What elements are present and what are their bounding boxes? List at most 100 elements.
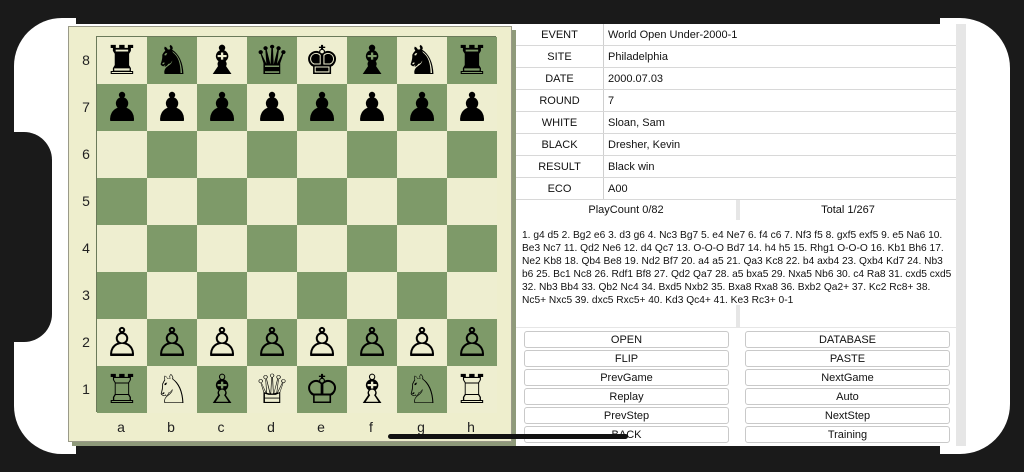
flip-button[interactable]: FLIP bbox=[524, 350, 729, 367]
board-square-e6[interactable] bbox=[297, 131, 347, 178]
board-square-d4[interactable] bbox=[247, 225, 297, 272]
board-square-f8[interactable]: ♝ bbox=[347, 37, 397, 84]
board-square-e5[interactable] bbox=[297, 178, 347, 225]
board-square-g8[interactable]: ♞ bbox=[397, 37, 447, 84]
board-square-f7[interactable]: ♟ bbox=[347, 84, 397, 131]
board-square-e7[interactable]: ♟ bbox=[297, 84, 347, 131]
open-button[interactable]: OPEN bbox=[524, 331, 729, 348]
info-value[interactable]: World Open Under-2000-1 bbox=[604, 24, 956, 45]
board-square-g5[interactable] bbox=[397, 178, 447, 225]
training-button[interactable]: Training bbox=[745, 426, 950, 443]
replay-button[interactable]: Replay bbox=[524, 388, 729, 405]
chess-piece-icon[interactable]: ♜ bbox=[104, 41, 140, 81]
board-square-b6[interactable] bbox=[147, 131, 197, 178]
board-square-g7[interactable]: ♟ bbox=[397, 84, 447, 131]
auto-button[interactable]: Auto bbox=[745, 388, 950, 405]
board-square-g4[interactable] bbox=[397, 225, 447, 272]
board-square-d8[interactable]: ♛ bbox=[247, 37, 297, 84]
board-square-f2[interactable]: ♙ bbox=[347, 319, 397, 366]
board-square-b1[interactable]: ♘ bbox=[147, 366, 197, 413]
chess-piece-icon[interactable]: ♙ bbox=[254, 323, 290, 363]
chess-piece-icon[interactable]: ♝ bbox=[204, 41, 240, 81]
board-square-c6[interactable] bbox=[197, 131, 247, 178]
board-square-e8[interactable]: ♚ bbox=[297, 37, 347, 84]
board-square-a8[interactable]: ♜ bbox=[97, 37, 147, 84]
board-square-b5[interactable] bbox=[147, 178, 197, 225]
chess-piece-icon[interactable]: ♗ bbox=[204, 370, 240, 410]
chess-piece-icon[interactable]: ♙ bbox=[104, 323, 140, 363]
chess-piece-icon[interactable]: ♘ bbox=[154, 370, 190, 410]
board-square-a6[interactable] bbox=[97, 131, 147, 178]
board-square-c1[interactable]: ♗ bbox=[197, 366, 247, 413]
info-value[interactable]: Philadelphia bbox=[604, 46, 956, 67]
board-square-f1[interactable]: ♗ bbox=[347, 366, 397, 413]
comment-field-right[interactable] bbox=[740, 305, 956, 327]
board-square-h4[interactable] bbox=[447, 225, 497, 272]
board-square-a3[interactable] bbox=[97, 272, 147, 319]
board-square-e3[interactable] bbox=[297, 272, 347, 319]
board-square-h8[interactable]: ♜ bbox=[447, 37, 497, 84]
chess-piece-icon[interactable]: ♙ bbox=[404, 323, 440, 363]
chess-piece-icon[interactable]: ♙ bbox=[204, 323, 240, 363]
chess-piece-icon[interactable]: ♟ bbox=[404, 88, 440, 128]
chess-piece-icon[interactable]: ♟ bbox=[154, 88, 190, 128]
board-square-d5[interactable] bbox=[247, 178, 297, 225]
board-square-c7[interactable]: ♟ bbox=[197, 84, 247, 131]
board-square-a5[interactable] bbox=[97, 178, 147, 225]
chess-piece-icon[interactable]: ♙ bbox=[454, 323, 490, 363]
chess-piece-icon[interactable]: ♘ bbox=[404, 370, 440, 410]
board-square-b3[interactable] bbox=[147, 272, 197, 319]
next-game-button[interactable]: NextGame bbox=[745, 369, 950, 386]
board-square-d2[interactable]: ♙ bbox=[247, 319, 297, 366]
board-square-a1[interactable]: ♖ bbox=[97, 366, 147, 413]
board-square-h3[interactable] bbox=[447, 272, 497, 319]
board-square-c3[interactable] bbox=[197, 272, 247, 319]
chess-piece-icon[interactable]: ♟ bbox=[304, 88, 340, 128]
chess-piece-icon[interactable]: ♟ bbox=[204, 88, 240, 128]
info-value[interactable]: Dresher, Kevin bbox=[604, 134, 956, 155]
board-square-f3[interactable] bbox=[347, 272, 397, 319]
board-square-h5[interactable] bbox=[447, 178, 497, 225]
board-square-b4[interactable] bbox=[147, 225, 197, 272]
board-square-d1[interactable]: ♕ bbox=[247, 366, 297, 413]
chess-piece-icon[interactable]: ♕ bbox=[254, 370, 290, 410]
board-square-b7[interactable]: ♟ bbox=[147, 84, 197, 131]
board-square-g2[interactable]: ♙ bbox=[397, 319, 447, 366]
chess-piece-icon[interactable]: ♟ bbox=[354, 88, 390, 128]
board-square-d3[interactable] bbox=[247, 272, 297, 319]
info-value[interactable]: Sloan, Sam bbox=[604, 112, 956, 133]
info-value[interactable]: 2000.07.03 bbox=[604, 68, 956, 89]
paste-button[interactable]: PASTE bbox=[745, 350, 950, 367]
info-value[interactable]: 7 bbox=[604, 90, 956, 111]
board-square-e2[interactable]: ♙ bbox=[297, 319, 347, 366]
info-value[interactable]: Black win bbox=[604, 156, 956, 177]
board-square-c4[interactable] bbox=[197, 225, 247, 272]
chess-piece-icon[interactable]: ♞ bbox=[154, 41, 190, 81]
chess-piece-icon[interactable]: ♚ bbox=[304, 41, 340, 81]
board-square-h7[interactable]: ♟ bbox=[447, 84, 497, 131]
home-indicator[interactable] bbox=[388, 434, 628, 439]
chess-piece-icon[interactable]: ♖ bbox=[454, 370, 490, 410]
board-square-g3[interactable] bbox=[397, 272, 447, 319]
board-square-d6[interactable] bbox=[247, 131, 297, 178]
board-square-e1[interactable]: ♔ bbox=[297, 366, 347, 413]
board-square-g1[interactable]: ♘ bbox=[397, 366, 447, 413]
comment-field-left[interactable] bbox=[516, 305, 736, 327]
board-square-f5[interactable] bbox=[347, 178, 397, 225]
next-step-button[interactable]: NextStep bbox=[745, 407, 950, 424]
info-value[interactable]: A00 bbox=[604, 178, 956, 199]
chess-piece-icon[interactable]: ♝ bbox=[354, 41, 390, 81]
chess-piece-icon[interactable]: ♟ bbox=[454, 88, 490, 128]
chess-piece-icon[interactable]: ♟ bbox=[254, 88, 290, 128]
board-square-a7[interactable]: ♟ bbox=[97, 84, 147, 131]
board-square-b8[interactable]: ♞ bbox=[147, 37, 197, 84]
board-square-h1[interactable]: ♖ bbox=[447, 366, 497, 413]
chess-piece-icon[interactable]: ♙ bbox=[304, 323, 340, 363]
board-square-a2[interactable]: ♙ bbox=[97, 319, 147, 366]
board-square-f6[interactable] bbox=[347, 131, 397, 178]
board-square-h2[interactable]: ♙ bbox=[447, 319, 497, 366]
chess-piece-icon[interactable]: ♙ bbox=[154, 323, 190, 363]
board-square-e4[interactable] bbox=[297, 225, 347, 272]
database-button[interactable]: DATABASE bbox=[745, 331, 950, 348]
chess-piece-icon[interactable]: ♖ bbox=[104, 370, 140, 410]
